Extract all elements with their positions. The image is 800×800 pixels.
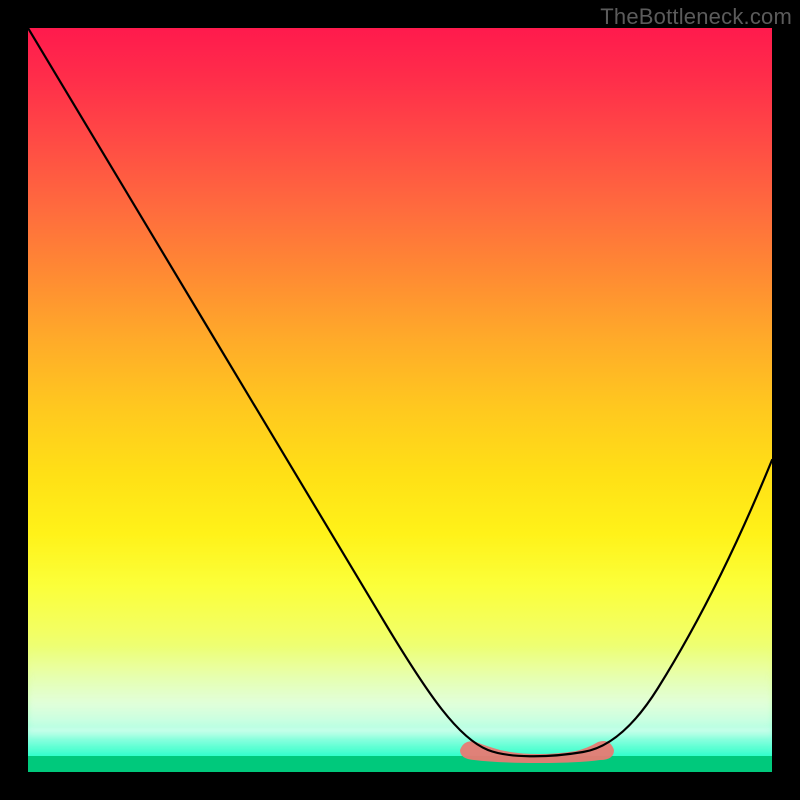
curve-svg bbox=[28, 28, 772, 772]
watermark-text: TheBottleneck.com bbox=[600, 4, 792, 30]
plot-area bbox=[28, 28, 772, 772]
trough-highlight-marker bbox=[460, 741, 614, 763]
chart-frame: { "watermark": "TheBottleneck.com", "col… bbox=[0, 0, 800, 800]
bottleneck-curve bbox=[28, 28, 772, 756]
